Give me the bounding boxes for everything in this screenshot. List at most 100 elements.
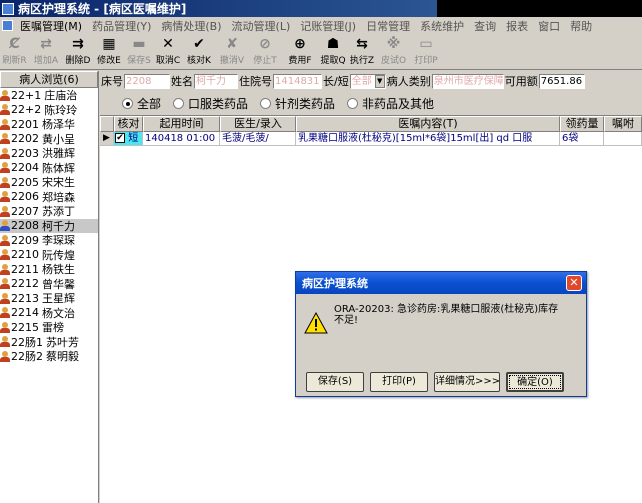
radio-button[interactable] [122,97,133,109]
patient-item[interactable]: 2210 阮传煌 [0,248,98,263]
patient-bed: 2213 [11,291,39,305]
radio-label: 全部 [137,96,162,111]
execute-icon: ⇆ [356,36,368,52]
toolbar-stop-button[interactable]: ⊘ 停止T [249,34,281,70]
extract-icon: ☗ [326,36,340,52]
patient-list-panel: 病人浏览(6) 22+1 庄庙治 22+2 陈玲玲 2201 杨泽华 2202 黄小呈 2203… [0,71,99,503]
toolbar-skin-test-button[interactable]: ※ 皮试O [377,34,410,70]
radio-button[interactable] [260,97,272,109]
toolbar-print-button[interactable]: ▭ 打印P [410,34,442,70]
col-order-content[interactable]: 医嘱内容(T) [296,116,560,132]
filter-oral-radio[interactable]: 口服类药品 [173,95,248,112]
menu-help[interactable]: 帮助 [565,18,597,34]
patient-item[interactable]: 2212 曾华馨 [0,277,98,292]
patient-icon [0,147,10,159]
term-select[interactable]: 全部 ▼ [349,73,386,89]
menu-query[interactable]: 查询 [469,18,501,34]
cancel-icon: ✕ [162,36,174,52]
drug-filter-group: 全部 口服类药品 针剂类药品 非药品及其他 [100,91,642,115]
radio-button[interactable] [173,97,185,109]
menu-billing[interactable]: 记账管理(J) [295,18,361,34]
toolbar-cancel-button[interactable]: ✕ 取消C [153,34,183,70]
patient-item[interactable]: 2211 杨铁生 [0,262,98,277]
menu-flow[interactable]: 流动管理(L) [227,18,296,34]
col-quantity[interactable]: 领药量 [560,116,604,132]
menu-app-icon[interactable] [2,20,13,31]
patient-item[interactable]: 2209 李琛琛 [0,233,98,248]
menu-report[interactable]: 报表 [501,18,533,34]
filter-non-drug-radio[interactable]: 非药品及其他 [347,95,434,112]
menu-bar: 医嘱管理(M) 药品管理(Y) 病情处理(B) 流动管理(L) 记账管理(J) … [0,17,642,34]
patient-list-header[interactable]: 病人浏览(6) [0,71,98,88]
patient-item[interactable]: 2215 雷榜 [0,320,98,335]
menu-system[interactable]: 系统维护 [415,18,469,34]
check-checkbox[interactable]: ✔ [115,133,125,143]
patient-item[interactable]: 2203 洪雅辉 [0,146,98,161]
toolbar-extract-button[interactable]: ☗ 提取Q [319,34,347,70]
patient-item[interactable]: 2202 黄小呈 [0,132,98,147]
patient-item[interactable]: 22肠2 蔡明毅 [0,349,98,364]
patient-item[interactable]: 22+1 庄庙治 [0,88,98,103]
available-field[interactable]: 7651.86 [538,73,585,89]
toolbar-fee-button[interactable]: ⊕ 费用F [281,34,319,70]
patient-icon [0,249,10,261]
cell-start-time[interactable]: 140418 01:00 [143,132,220,146]
chevron-down-icon[interactable]: ▼ [374,74,385,88]
menu-condition[interactable]: 病情处理(B) [156,18,226,34]
patient-item[interactable]: 2204 陈体辉 [0,161,98,176]
menu-drugs[interactable]: 药品管理(Y) [87,18,156,34]
close-icon[interactable]: ✕ [566,275,582,291]
window-title: 病区护理系统 - [病区医嘱维护] [18,2,187,16]
patient-item[interactable]: 2213 王星辉 [0,291,98,306]
patient-item[interactable]: 2214 杨文治 [0,306,98,321]
menu-orders[interactable]: 医嘱管理(M) [15,18,87,34]
patient-item[interactable]: 2207 苏添丁 [0,204,98,219]
ok-button[interactable]: 确定(O) [506,372,564,392]
radio-label: 非药品及其他 [362,96,435,111]
menu-daily[interactable]: 日常管理 [361,18,415,34]
filter-all-radio[interactable]: 全部 [122,95,161,112]
patient-item[interactable]: 22+2 陈玲玲 [0,103,98,118]
menu-window[interactable]: 窗口 [533,18,565,34]
patient-info-bar: 床号 2208 姓名 柯千力 住院号 1414831 长/短 全部 ▼ 病人类别 … [100,71,642,91]
toolbar-verify-button[interactable]: ✔ 核对K [183,34,215,70]
cell-doctor[interactable]: 毛菠/毛菠/ [220,132,296,146]
category-label: 病人类别 [386,75,431,88]
col-doctor[interactable]: 医生/录入 [220,116,296,132]
table-row[interactable]: ▶ ✔ 短 140418 01:00 毛菠/毛菠/ 乳果糖口服液(杜秘克)[15… [100,132,642,146]
print-button[interactable]: 打印(P) [370,372,428,392]
toolbar-execute-button[interactable]: ⇆ 执行Z [347,34,377,70]
filter-injection-radio[interactable]: 针剂类药品 [260,95,335,112]
toolbar-refresh-button[interactable]: Ȼ 刷新R [0,34,29,70]
radio-button[interactable] [347,97,359,109]
toolbar-add-button[interactable]: ⇄ 增加A [29,34,63,70]
toolbar-save-button[interactable]: ▬ 保存S [125,34,153,70]
toolbar-label: 修改E [97,56,121,66]
toolbar-label: 取消C [155,56,181,66]
patient-icon [0,350,10,362]
cell-check[interactable]: ✔ 短 [114,132,143,146]
col-check[interactable]: 核对 [114,116,143,132]
cell-order-content[interactable]: 乳果糖口服液(杜秘克)[15ml*6袋]15ml[出] qd 口服 [296,132,560,146]
patient-item[interactable]: 2201 杨泽华 [0,117,98,132]
bed-field[interactable]: 2208 [124,73,170,89]
verify-icon: ✔ [193,36,205,52]
col-note[interactable]: 嘱咐 [604,116,642,132]
patient-item[interactable]: 2205 宋宋生 [0,175,98,190]
toolbar-edit-button[interactable]: ▦ 修改E [93,34,125,70]
toolbar-label: 刷新R [2,56,27,66]
toolbar-revoke-button[interactable]: ✘ 撤消V [215,34,249,70]
patient-icon [0,191,10,203]
patient-item[interactable]: 2206 郑培森 [0,190,98,205]
category-field[interactable]: 泉州市医疗保障 [431,73,504,89]
inpatient-field[interactable]: 1414831 [273,73,322,89]
name-field[interactable]: 柯千力 [194,73,238,89]
patient-item[interactable]: 22肠1 苏叶芳 [0,335,98,350]
details-button[interactable]: 详细情况>>> [434,372,500,392]
toolbar-delete-button[interactable]: ⇉ 删除D [63,34,93,70]
cell-note[interactable] [604,132,642,146]
cell-quantity[interactable]: 6袋 [560,132,604,146]
save-button[interactable]: 保存(S) [306,372,364,392]
patient-item[interactable]: 2208 柯千力 [0,218,98,233]
col-start-time[interactable]: 起用时间 [143,116,220,132]
